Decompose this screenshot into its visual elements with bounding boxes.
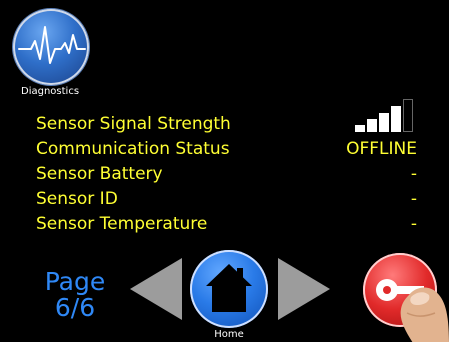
signal-bar-5 [403,99,413,132]
home-label: Home [214,329,244,340]
diagnostics-label: Diagnostics [21,86,80,97]
left-arrow-icon[interactable] [130,258,182,320]
signal-bar-3 [379,113,389,132]
signal-bar-2 [367,119,377,132]
signal-bar-1 [355,125,365,132]
page-word: Page [44,267,106,296]
sensor-battery-label: Sensor Battery [36,164,163,184]
sensor-temperature-label: Sensor Temperature [36,214,208,234]
finger-image [400,287,449,342]
sensor-signal-strength-label: Sensor Signal Strength [36,114,231,134]
signal-bars-icon [355,96,417,132]
page-number: 6/6 [54,293,96,322]
communication-status-value: OFFLINE [346,139,417,159]
house-icon [206,264,252,312]
sensor-id-value: - [410,189,417,209]
sensor-temperature-value: - [410,214,417,234]
communication-status-label: Communication Status [36,139,230,159]
right-arrow-icon[interactable] [278,258,330,320]
home-button[interactable] [190,250,268,328]
heartbeat-line [18,26,86,64]
sensor-id-label: Sensor ID [36,189,118,209]
sensor-battery-value: - [410,164,417,184]
heartbeat-icon[interactable] [13,9,89,85]
diagnostics-screen: Diagnostics Sensor Signal Strength Commu… [0,0,449,342]
signal-bar-4 [391,106,401,132]
